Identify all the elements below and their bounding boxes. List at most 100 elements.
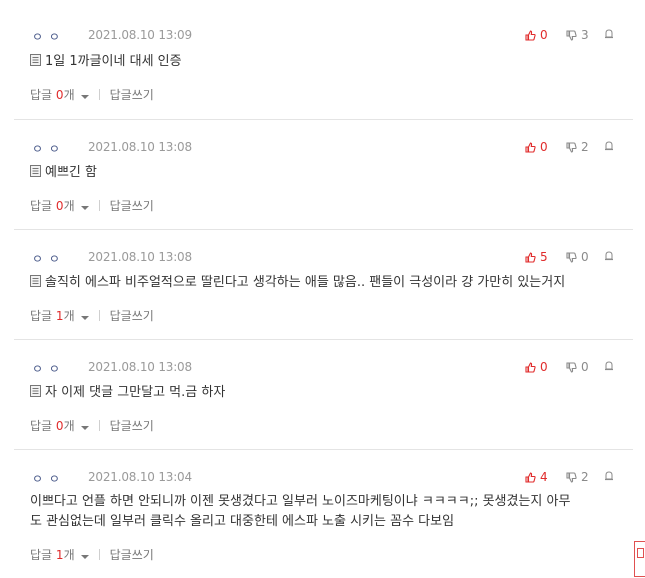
report-button[interactable] — [604, 250, 614, 264]
upvote-button[interactable]: 4 — [525, 470, 548, 484]
downvote-count: 3 — [581, 28, 589, 42]
thumbs-up-icon — [525, 361, 536, 373]
reply-count: 0 — [55, 199, 64, 213]
reply-unit: 개 — [63, 199, 75, 213]
reply-toggle[interactable]: 답글 1개 — [30, 307, 89, 324]
downvote-count: 2 — [581, 470, 589, 484]
document-icon — [30, 275, 41, 287]
document-icon — [30, 165, 41, 177]
comment-date: 2021.08.10 13:08 — [88, 140, 192, 154]
document-icon — [30, 385, 41, 397]
report-icon — [605, 141, 613, 151]
reply-toggle[interactable]: 답글 0개 — [30, 197, 89, 214]
thumbs-down-icon — [566, 361, 577, 373]
upvote-count: 0 — [540, 28, 548, 42]
comment-text: 솔직히 에스파 비주얼적으로 딸린다고 생각하는 애들 많음.. 팬들이 극성이… — [45, 275, 566, 290]
comment-actions: 답글 0개 답글쓰기 — [30, 197, 154, 214]
comment-author[interactable]: ㅇ ㅇ — [32, 250, 61, 267]
chevron-down-icon — [80, 316, 89, 320]
reply-toggle[interactable]: 답글 0개 — [30, 86, 89, 103]
comment-item: ㅇ ㅇ 2021.08.10 13:09 0 3 1일 1까글이네 대세 인증 … — [14, 0, 633, 120]
downvote-button[interactable]: 2 — [566, 140, 589, 154]
downvote-button[interactable]: 0 — [566, 360, 589, 374]
reply-label: 답글 — [30, 548, 53, 562]
comment-body: 예쁘긴 함 — [30, 163, 622, 183]
write-reply-button[interactable]: 답글쓰기 — [110, 307, 154, 324]
report-icon — [605, 29, 613, 39]
side-button-icon — [637, 548, 644, 558]
upvote-button[interactable]: 0 — [525, 360, 548, 374]
reply-count: 1 — [55, 548, 64, 562]
comment-text-line: 이쁘다고 언플 하면 안되니까 이젠 못생겼다고 일부러 노이즈마케팅이냐 ㅋㅋ… — [30, 494, 571, 509]
reply-label: 답글 — [30, 419, 53, 433]
upvote-count: 4 — [540, 470, 548, 484]
write-reply-button[interactable]: 답글쓰기 — [110, 417, 154, 434]
reply-count: 0 — [55, 88, 64, 102]
report-button[interactable] — [604, 140, 614, 154]
comment-author[interactable]: ㅇ ㅇ — [32, 360, 61, 377]
upvote-button[interactable]: 0 — [525, 28, 548, 42]
comment-author[interactable]: ㅇ ㅇ — [32, 140, 61, 157]
comment-date: 2021.08.10 13:09 — [88, 28, 192, 42]
thumbs-up-icon — [525, 29, 536, 41]
downvote-button[interactable]: 2 — [566, 470, 589, 484]
reply-toggle[interactable]: 답글 0개 — [30, 417, 89, 434]
divider — [98, 549, 100, 560]
comment-body: 이쁘다고 언플 하면 안되니까 이젠 못생겼다고 일부러 노이즈마케팅이냐 ㅋㅋ… — [30, 492, 622, 532]
thumbs-down-icon — [566, 251, 577, 263]
upvote-count: 0 — [540, 140, 548, 154]
chevron-down-icon — [80, 555, 89, 559]
thumbs-up-icon — [525, 251, 536, 263]
write-reply-button[interactable]: 답글쓰기 — [110, 86, 154, 103]
comment-author[interactable]: ㅇ ㅇ — [32, 470, 61, 487]
divider — [98, 420, 100, 431]
report-icon — [605, 471, 613, 481]
reply-count: 0 — [55, 419, 64, 433]
report-button[interactable] — [604, 470, 614, 484]
chevron-down-icon — [80, 426, 89, 430]
reply-toggle[interactable]: 답글 1개 — [30, 546, 89, 563]
thumbs-up-icon — [525, 141, 536, 153]
report-button[interactable] — [604, 360, 614, 374]
comment-body: 1일 1까글이네 대세 인증 — [30, 52, 622, 72]
side-floating-button[interactable] — [634, 541, 645, 577]
reply-label: 답글 — [30, 88, 53, 102]
write-reply-button[interactable]: 답글쓰기 — [110, 546, 154, 563]
downvote-count: 0 — [581, 250, 589, 264]
comment-author[interactable]: ㅇ ㅇ — [32, 28, 61, 45]
comment-body: 자 이제 댓글 그만달고 먹.금 하자 — [30, 383, 622, 403]
comment-text: 1일 1까글이네 대세 인증 — [45, 54, 182, 69]
reply-unit: 개 — [63, 88, 75, 102]
downvote-button[interactable]: 3 — [566, 28, 589, 42]
write-reply-button[interactable]: 답글쓰기 — [110, 197, 154, 214]
comment-body: 솔직히 에스파 비주얼적으로 딸린다고 생각하는 애들 많음.. 팬들이 극성이… — [30, 273, 622, 293]
upvote-button[interactable]: 5 — [525, 250, 548, 264]
downvote-count: 2 — [581, 140, 589, 154]
reply-unit: 개 — [63, 309, 75, 323]
reply-label: 답글 — [30, 199, 53, 213]
report-button[interactable] — [604, 28, 614, 42]
comment-item: ㅇ ㅇ 2021.08.10 13:08 0 0 자 이제 댓글 그만달고 먹.… — [14, 340, 633, 450]
comment-item: ㅇ ㅇ 2021.08.10 13:08 0 2 예쁘긴 함 답글 0개 답글쓰… — [14, 120, 633, 230]
thumbs-down-icon — [566, 471, 577, 483]
reply-count: 1 — [55, 309, 64, 323]
chevron-down-icon — [80, 95, 89, 99]
upvote-button[interactable]: 0 — [525, 140, 548, 154]
comment-actions: 답글 0개 답글쓰기 — [30, 86, 154, 103]
divider — [98, 89, 100, 100]
upvote-count: 5 — [540, 250, 548, 264]
comment-meta: ㅇ ㅇ 2021.08.10 13:09 0 3 — [32, 28, 633, 44]
comment-meta: ㅇ ㅇ 2021.08.10 13:08 0 2 — [32, 140, 633, 156]
comment-date: 2021.08.10 13:04 — [88, 470, 192, 484]
comment-item: ㅇ ㅇ 2021.08.10 13:08 5 0 솔직히 에스파 비주얼적으로 … — [14, 230, 633, 340]
comment-text-line: 도 관심없는데 일부러 클릭수 올리고 대중한테 에스파 노출 시키는 꼼수 다… — [30, 514, 455, 529]
comment-meta: ㅇ ㅇ 2021.08.10 13:08 0 0 — [32, 360, 633, 376]
comment-date: 2021.08.10 13:08 — [88, 360, 192, 374]
divider — [98, 310, 100, 321]
divider — [98, 200, 100, 211]
comment-text: 예쁘긴 함 — [45, 165, 97, 180]
comment-meta: ㅇ ㅇ 2021.08.10 13:08 5 0 — [32, 250, 633, 266]
downvote-button[interactable]: 0 — [566, 250, 589, 264]
chevron-down-icon — [80, 206, 89, 210]
downvote-count: 0 — [581, 360, 589, 374]
